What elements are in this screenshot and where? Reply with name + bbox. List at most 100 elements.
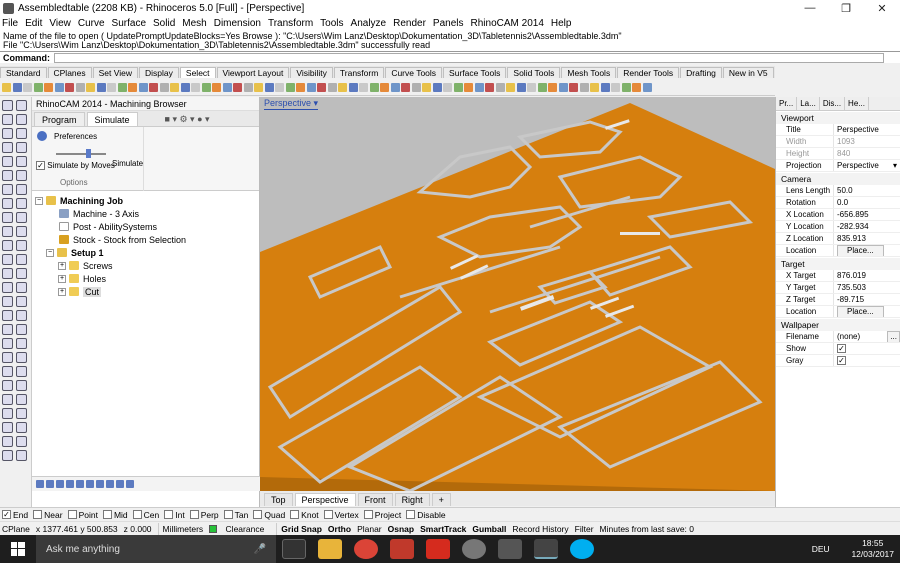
start-button[interactable]: [0, 535, 36, 563]
z-target-field[interactable]: -89.715: [833, 294, 900, 305]
osnap-end[interactable]: ✓ End: [2, 510, 28, 520]
tool-button-icon[interactable]: [16, 198, 27, 209]
toolbar-button-icon[interactable]: [485, 82, 494, 92]
toolbar-button-icon[interactable]: [558, 82, 568, 92]
projection-select[interactable]: Perspective ▾: [833, 160, 900, 171]
perspective-viewport[interactable]: Perspective ▾: [260, 97, 775, 491]
toolbar-button-icon[interactable]: [443, 82, 452, 92]
tab-select[interactable]: Select: [179, 67, 216, 78]
tool-button-icon[interactable]: [2, 338, 13, 349]
tool-button-icon[interactable]: [16, 366, 27, 377]
osnap-cen[interactable]: Cen: [132, 510, 159, 520]
camera-place-button[interactable]: Place...: [837, 245, 884, 256]
tree-node-machine[interactable]: Machine - 3 Axis: [32, 207, 259, 220]
system-clock[interactable]: DEU 18:55 12/03/2017: [812, 538, 900, 560]
toolbar-button-icon[interactable]: [338, 82, 347, 92]
tool-button-icon[interactable]: [16, 422, 27, 433]
viewport-tab-front[interactable]: Front: [357, 493, 393, 506]
toolbar-button-icon[interactable]: [33, 82, 43, 92]
command-input[interactable]: [54, 52, 884, 63]
rotation-field[interactable]: 0.0: [833, 197, 900, 208]
osnap-point[interactable]: Point: [67, 510, 98, 520]
toolbar-button-icon[interactable]: [191, 82, 200, 92]
toolbar-button-icon[interactable]: [401, 82, 410, 92]
microphone-icon[interactable]: 🎤: [254, 544, 266, 555]
expand-icon[interactable]: +: [58, 287, 66, 296]
toolbar-button-icon[interactable]: [212, 82, 221, 92]
osnap-checkbox[interactable]: [132, 510, 142, 519]
osnap-checkbox[interactable]: [363, 510, 373, 519]
toolbar-button-icon[interactable]: [233, 82, 242, 92]
tab-display[interactable]: Dis...: [820, 97, 846, 110]
osnap-checkbox[interactable]: [67, 510, 77, 519]
toolbar-button-icon[interactable]: [600, 82, 610, 92]
tab-mesh-tools[interactable]: Mesh Tools: [561, 67, 617, 78]
toolbar-button-icon[interactable]: [86, 82, 95, 92]
toolbar-button-icon[interactable]: [369, 82, 379, 92]
toolbar-button-icon[interactable]: [632, 82, 641, 92]
toolbar-button-icon[interactable]: [54, 82, 64, 92]
toolbar-button-icon[interactable]: [285, 82, 295, 92]
app-icon[interactable]: [498, 539, 522, 559]
tab-display[interactable]: Display: [139, 67, 179, 78]
viewport-tab-top[interactable]: Top: [264, 493, 293, 506]
browser-tool-icon[interactable]: [66, 480, 74, 488]
tab-simulate[interactable]: Simulate: [86, 112, 138, 126]
toolbar-button-icon[interactable]: [317, 82, 326, 92]
toolbar-button-icon[interactable]: [306, 82, 316, 92]
tab-render-tools[interactable]: Render Tools: [617, 67, 680, 78]
cplane-label[interactable]: CPlane: [2, 524, 30, 534]
menu-edit[interactable]: Edit: [25, 18, 42, 29]
toolbar-button-icon[interactable]: [611, 82, 620, 92]
smarttrack-toggle[interactable]: SmartTrack: [420, 524, 466, 534]
menu-dimension[interactable]: Dimension: [214, 18, 261, 29]
osnap-checkbox[interactable]: [33, 510, 43, 519]
toolbar-button-icon[interactable]: [621, 82, 631, 92]
y-location-field[interactable]: -282.934: [833, 221, 900, 232]
tool-button-icon[interactable]: [2, 394, 13, 405]
tool-button-icon[interactable]: [16, 450, 27, 461]
tool-button-icon[interactable]: [16, 170, 27, 181]
toolbar-button-icon[interactable]: [12, 82, 22, 92]
browser-tool-icon[interactable]: [46, 480, 54, 488]
toolbar-button-icon[interactable]: [65, 82, 74, 92]
tool-button-icon[interactable]: [2, 156, 13, 167]
lens-field[interactable]: 50.0: [833, 185, 900, 196]
tree-node-screws[interactable]: + Screws: [32, 259, 259, 272]
osnap-checkbox[interactable]: [102, 510, 112, 519]
rhino-taskbar-icon[interactable]: [534, 539, 558, 559]
osnap-int[interactable]: Int: [164, 510, 185, 520]
tree-node-post[interactable]: Post - AbilitySystems: [32, 220, 259, 233]
x-location-field[interactable]: -656.895: [833, 209, 900, 220]
tool-button-icon[interactable]: [16, 394, 27, 405]
toolbar-button-icon[interactable]: [569, 82, 578, 92]
tool-button-icon[interactable]: [2, 408, 13, 419]
show-checkbox[interactable]: ✓: [837, 344, 846, 354]
tab-cplanes[interactable]: CPlanes: [47, 67, 92, 78]
browser-tool-icon[interactable]: [116, 480, 124, 488]
toolbar-button-icon[interactable]: [527, 82, 536, 92]
tab-viewport-layout[interactable]: Viewport Layout: [216, 67, 290, 78]
chrome-icon[interactable]: [354, 539, 378, 559]
tool-button-icon[interactable]: [2, 436, 13, 447]
tab-help[interactable]: He...: [845, 97, 869, 110]
tool-button-icon[interactable]: [16, 408, 27, 419]
menu-curve[interactable]: Curve: [78, 18, 105, 29]
tab-layers[interactable]: La...: [797, 97, 820, 110]
task-view-icon[interactable]: [282, 539, 306, 559]
record-history-toggle[interactable]: Record History: [512, 524, 568, 534]
browser-tool-icon[interactable]: [126, 480, 134, 488]
toolbar-button-icon[interactable]: [75, 82, 85, 92]
cortana-search[interactable]: Ask me anything 🎤: [36, 535, 276, 563]
viewport-tab-perspective[interactable]: Perspective: [294, 493, 356, 506]
menu-panels[interactable]: Panels: [433, 18, 464, 29]
toolbar-button-icon[interactable]: [222, 82, 232, 92]
title-field[interactable]: Perspective: [833, 124, 900, 135]
menu-mesh[interactable]: Mesh: [182, 18, 206, 29]
tab-drafting[interactable]: Drafting: [680, 67, 722, 78]
tab-properties[interactable]: Pr...: [776, 97, 798, 110]
simulate-label[interactable]: Simulate: [112, 159, 143, 168]
osnap-near[interactable]: Near: [33, 510, 63, 520]
menu-surface[interactable]: Surface: [112, 18, 146, 29]
tool-button-icon[interactable]: [16, 114, 27, 125]
